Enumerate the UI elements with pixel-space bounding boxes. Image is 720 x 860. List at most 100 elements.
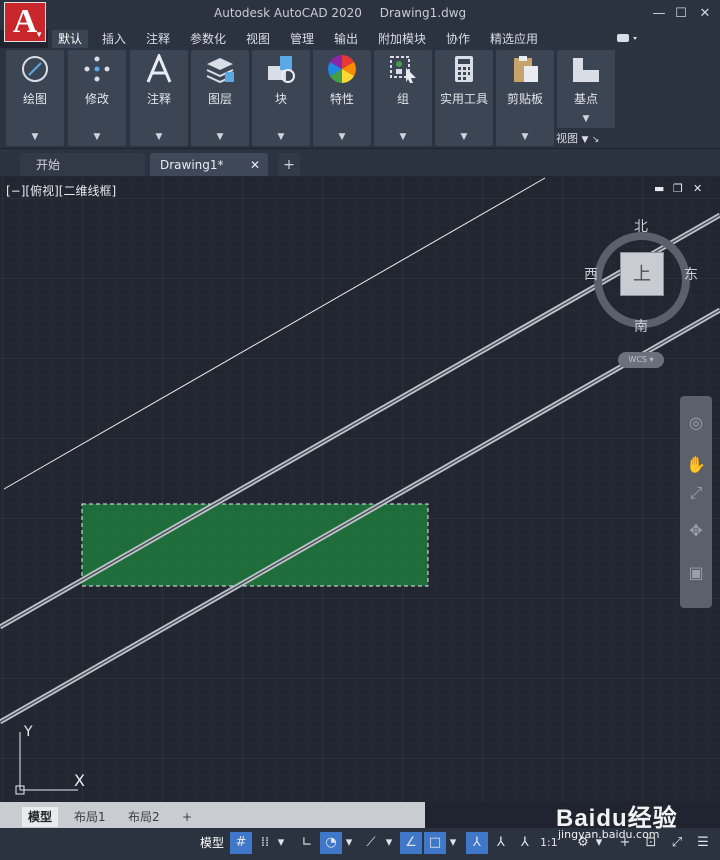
viewport-controls-label[interactable]: [−][俯视][二维线框]: [6, 182, 116, 199]
chevron-down-icon[interactable]: ▼: [68, 132, 126, 142]
tab-drawing1-label: Drawing1*: [160, 158, 224, 172]
add-layout-button[interactable]: +: [176, 807, 198, 827]
block-icon: [268, 56, 295, 83]
annotation-scale-icon[interactable]: ⅄: [514, 832, 536, 854]
chevron-down-icon[interactable]: ▼: [557, 114, 615, 124]
chevron-down-icon[interactable]: ▼: [313, 132, 371, 142]
zoom-extents-icon[interactable]: ⤢: [685, 482, 707, 504]
document-name: Drawing1.dwg: [379, 6, 467, 20]
baidu-watermark: Baidu经验 jingyan.baidu.com: [556, 798, 720, 848]
polar-tracking-icon[interactable]: ◔: [320, 832, 342, 854]
file-tab-bar: 开始 Drawing1* ✕ +: [0, 148, 720, 177]
ribbon-minimize-icon: [617, 34, 637, 42]
tab-annotate[interactable]: 注释: [140, 30, 176, 48]
model-space-button[interactable]: 模型: [200, 834, 224, 851]
modify-icon: [84, 56, 110, 82]
ucs-icon: Y X: [15, 724, 85, 795]
draw-icon: [22, 56, 48, 82]
panel-layers[interactable]: 图层 ▼: [191, 50, 249, 146]
wcs-menu[interactable]: WCS ▾: [618, 352, 664, 368]
chevron-down-icon[interactable]: ▾: [344, 832, 354, 854]
compass-south[interactable]: 南: [634, 316, 648, 336]
layers-icon: [206, 58, 234, 84]
chevron-down-icon[interactable]: ▾: [448, 832, 458, 854]
panel-modify-label: 修改: [84, 92, 109, 106]
tab-parametric[interactable]: 参数化: [184, 30, 232, 48]
tab-featured-apps[interactable]: 精选应用: [484, 30, 544, 48]
panel-utilities[interactable]: 实用工具 ▼: [435, 50, 493, 146]
panel-layers-label: 图层: [207, 92, 232, 106]
tab-layout1[interactable]: 布局1: [68, 807, 112, 827]
compass-north[interactable]: 北: [634, 216, 648, 236]
auto-scale-icon[interactable]: ⅄: [490, 832, 512, 854]
compass-east[interactable]: 东: [684, 264, 698, 284]
panel-properties[interactable]: 特性 ▼: [313, 50, 371, 146]
compass-west[interactable]: 西: [584, 264, 598, 284]
showmotion-icon[interactable]: ▣: [685, 562, 707, 584]
chevron-down-icon[interactable]: ▾: [276, 832, 286, 854]
tab-start[interactable]: 开始: [20, 153, 145, 177]
close-button[interactable]: ✕: [694, 4, 716, 24]
chevron-down-icon[interactable]: ▼: [435, 132, 493, 142]
chevron-down-icon[interactable]: ▼: [6, 132, 64, 142]
grid-display-icon[interactable]: #: [230, 832, 252, 854]
steering-wheel-icon[interactable]: ◎: [685, 412, 707, 434]
ribbon-panel-area: 绘图 ▼ 修改 ▼ 注释 ▼ 图层 ▼ 块 ▼ 特性 ▼ 组 ▼ 实用工具 ▼ …: [0, 48, 720, 148]
viewport-minimize-icon[interactable]: ▬: [654, 182, 664, 195]
title-bar: Autodesk AutoCAD 2020 Drawing1.dwg — ☐ ✕: [0, 0, 720, 30]
chevron-down-icon[interactable]: ▼: [191, 132, 249, 142]
snap-mode-icon[interactable]: ⁞⁞: [254, 832, 276, 854]
panel-annotation[interactable]: 注释 ▼: [130, 50, 188, 146]
pan-icon[interactable]: ✋: [685, 454, 707, 476]
chevron-down-icon[interactable]: ▼: [130, 132, 188, 142]
tab-model[interactable]: 模型: [22, 807, 59, 827]
panel-modify[interactable]: 修改 ▼: [68, 50, 126, 146]
panel-basepoint[interactable]: 基点 ▼: [557, 50, 615, 128]
tab-addins[interactable]: 附加模块: [372, 30, 432, 48]
chevron-down-icon[interactable]: ▼: [252, 132, 310, 142]
panel-group[interactable]: 组 ▼: [374, 50, 432, 146]
panel-clipboard[interactable]: 剪贴板 ▼: [496, 50, 554, 146]
isometric-drafting-icon[interactable]: ⟋: [360, 832, 382, 854]
minimize-button[interactable]: —: [648, 4, 670, 24]
viewcube[interactable]: 上 北 西 东 南: [584, 219, 698, 335]
panel-draw[interactable]: 绘图 ▼: [6, 50, 64, 146]
tab-collaborate[interactable]: 协作: [440, 30, 476, 48]
layout-tab-bar: 模型 布局1 布局2 +: [0, 802, 425, 828]
tab-drawing1[interactable]: Drawing1* ✕: [150, 153, 268, 177]
tab-layout2[interactable]: 布局2: [122, 807, 166, 827]
ribbon-tab-bar: 默认 插入 注释 参数化 视图 管理 输出 附加模块 协作 精选应用: [48, 30, 720, 48]
view-panel-label[interactable]: 视图 ▼ ↘: [556, 130, 599, 146]
viewport-restore-icon[interactable]: ❐: [673, 182, 683, 195]
chevron-down-icon[interactable]: ▾: [384, 832, 394, 854]
orbit-icon[interactable]: ✥: [685, 520, 707, 542]
application-menu-button[interactable]: A ▼: [4, 2, 46, 42]
panel-launcher-icon: ↘: [591, 135, 600, 145]
tab-default[interactable]: 默认: [52, 30, 89, 48]
panel-draw-label: 绘图: [22, 92, 47, 106]
autocad-logo-icon: A: [12, 3, 38, 40]
close-tab-icon[interactable]: ✕: [250, 153, 260, 177]
chevron-down-icon[interactable]: ▼: [374, 132, 432, 142]
viewcube-top-face[interactable]: 上: [620, 252, 664, 296]
viewport-close-icon[interactable]: ✕: [693, 182, 702, 195]
ucs-y-label: Y: [23, 724, 33, 740]
tab-output[interactable]: 输出: [328, 30, 364, 48]
tab-view[interactable]: 视图: [240, 30, 276, 48]
tab-insert[interactable]: 插入: [96, 30, 132, 48]
panel-basepoint-label: 基点: [573, 92, 598, 106]
maximize-button[interactable]: ☐: [670, 4, 692, 24]
utilities-icon: [455, 56, 473, 82]
object-snap-icon[interactable]: □: [424, 832, 446, 854]
panel-block[interactable]: 块 ▼: [252, 50, 310, 146]
panel-group-label: 组: [396, 92, 409, 106]
drawing-viewport[interactable]: [−][俯视][二维线框] ▬ ❐ ✕ 上 北 西 东 南 WCS ▾ ◎ ✋ …: [0, 176, 720, 802]
new-tab-button[interactable]: +: [278, 153, 300, 177]
tab-manage[interactable]: 管理: [284, 30, 320, 48]
ribbon-display-toggle[interactable]: [616, 32, 646, 46]
panel-utilities-label: 实用工具: [439, 92, 488, 106]
object-snap-tracking-icon[interactable]: ∠: [400, 832, 422, 854]
chevron-down-icon[interactable]: ▼: [496, 132, 554, 142]
ortho-mode-icon[interactable]: ∟: [296, 832, 318, 854]
annotation-visibility-icon[interactable]: ⅄: [466, 832, 488, 854]
